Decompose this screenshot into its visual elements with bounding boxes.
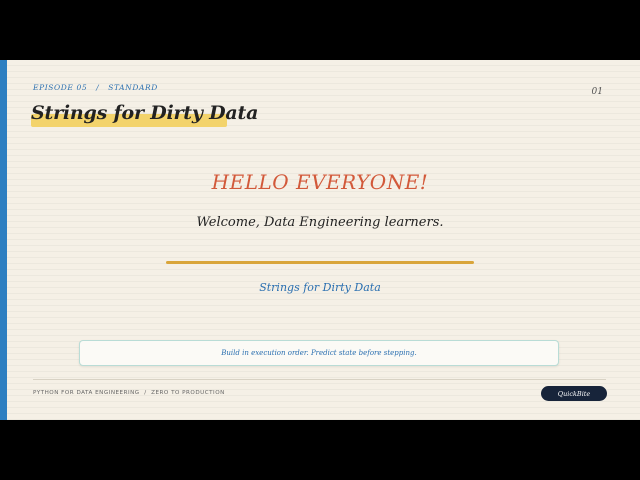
- footer-divider: [33, 379, 606, 380]
- divider: [166, 261, 474, 264]
- slide: EPISODE 05 / STANDARD 01 Strings for Dir…: [0, 60, 640, 420]
- brand-badge: QuickBite: [541, 386, 607, 401]
- episode-label: EPISODE 05: [33, 83, 88, 92]
- note-box: Build in execution order. Predict state …: [79, 340, 559, 366]
- page-number: 01: [591, 87, 603, 97]
- accent-bar: [0, 60, 7, 420]
- breadcrumb: EPISODE 05 / STANDARD: [33, 83, 158, 92]
- course-label: PYTHON FOR DATA ENGINEERING / ZERO TO PR…: [33, 390, 225, 396]
- greeting-heading: HELLO EVERYONE!: [211, 170, 429, 194]
- level-label: STANDARD: [108, 83, 158, 92]
- title-block: Strings for Dirty Data: [31, 102, 259, 127]
- page-title: Strings for Dirty Data: [31, 102, 259, 124]
- note-text: Build in execution order. Predict state …: [221, 349, 417, 357]
- welcome-text: Welcome, Data Engineering learners.: [196, 215, 444, 230]
- subtitle: Strings for Dirty Data: [259, 281, 381, 294]
